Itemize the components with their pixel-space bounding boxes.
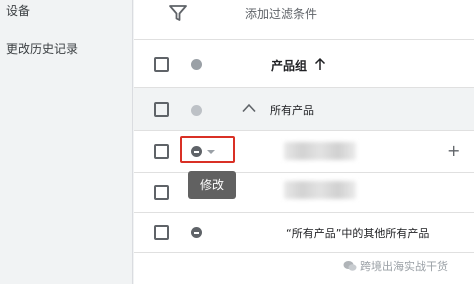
- chevron-up-icon[interactable]: [242, 103, 256, 113]
- row-checkbox[interactable]: [154, 185, 169, 200]
- sort-ascending-icon[interactable]: [314, 57, 326, 71]
- wechat-icon: [343, 261, 357, 271]
- row-checkbox[interactable]: [154, 225, 169, 240]
- add-subdivision-icon[interactable]: +: [447, 143, 460, 159]
- table-row: +: [134, 131, 474, 173]
- table-row-all-products: 所有产品: [134, 88, 474, 131]
- watermark-label: 跨境出海实战干货: [360, 260, 448, 273]
- row-checkbox[interactable]: [154, 102, 169, 117]
- main-panel: 添加过滤条件 产品组 所有产品 + “所有产品”中的其他所有产品: [134, 0, 474, 284]
- filter-icon[interactable]: [168, 3, 188, 23]
- select-all-checkbox[interactable]: [154, 57, 169, 72]
- filter-bar[interactable]: 添加过滤条件: [134, 0, 474, 40]
- table-header-row: 产品组: [134, 40, 474, 88]
- status-header-icon: [191, 59, 202, 70]
- column-header-product-group[interactable]: 产品组: [271, 57, 307, 74]
- sidebar-item-devices[interactable]: 设备: [6, 2, 30, 19]
- sidebar-item-change-history[interactable]: 更改历史记录: [6, 40, 78, 57]
- table-row-other-products: “所有产品”中的其他所有产品: [134, 213, 474, 253]
- blurred-product-name: [284, 181, 356, 199]
- other-products-label: “所有产品”中的其他所有产品: [286, 227, 430, 240]
- sidebar: 设备 更改历史记录: [0, 0, 133, 284]
- status-dot-icon: [191, 105, 202, 116]
- all-products-label: 所有产品: [270, 104, 314, 117]
- watermark: 跨境出海实战干货: [343, 258, 448, 274]
- add-filter-label[interactable]: 添加过滤条件: [245, 5, 317, 22]
- highlight-annotation: [180, 136, 235, 163]
- blurred-product-name: [284, 142, 356, 160]
- row-checkbox[interactable]: [154, 144, 169, 159]
- excluded-status-icon[interactable]: [191, 227, 202, 238]
- edit-tooltip: 修改: [188, 171, 236, 199]
- table-row: [134, 173, 474, 213]
